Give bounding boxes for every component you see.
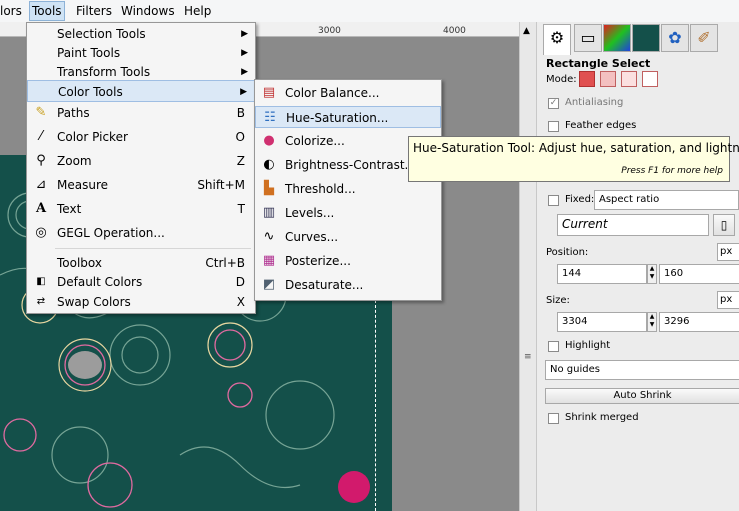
- posterize-icon: ▦: [262, 253, 276, 268]
- menu-item-measure[interactable]: ⊿ Measure Shift+M: [27, 174, 255, 196]
- menu-windows[interactable]: Windows: [121, 3, 175, 19]
- tool-title: Rectangle Select: [546, 57, 651, 70]
- size-width-input[interactable]: 3304: [557, 312, 647, 332]
- paintbrush-tab-icon[interactable]: ✐: [690, 24, 718, 52]
- menu-filters[interactable]: Filters: [76, 3, 112, 19]
- ruler-tick: 3000: [318, 26, 341, 36]
- brightness-contrast-icon: ◐: [263, 157, 275, 172]
- tooltip-text: Hue-Saturation Tool: Adjust hue, saturat…: [413, 141, 739, 155]
- brush-tab-icon[interactable]: ✿: [661, 24, 689, 52]
- dock-tabs: ⚙ ▭ ✿ ✐: [543, 24, 733, 55]
- submenu-arrow-icon: ▶: [240, 87, 247, 97]
- feather-label: Feather edges: [565, 120, 637, 131]
- guides-select[interactable]: No guides: [545, 360, 739, 380]
- position-y-input[interactable]: 160: [659, 264, 739, 284]
- tool-options-panel: ⚙ ▭ ✿ ✐ Rectangle Select Mode: ✓ Antiali…: [536, 22, 739, 511]
- curves-icon: ∿: [263, 229, 275, 244]
- measure-icon: ⊿: [35, 177, 47, 192]
- shrink-merged-checkbox[interactable]: [548, 413, 559, 424]
- highlight-checkbox[interactable]: [548, 341, 559, 352]
- mode-replace-icon[interactable]: [579, 71, 595, 87]
- tooltip: Hue-Saturation Tool: Adjust hue, saturat…: [408, 136, 739, 182]
- antialiasing-label: Antialiasing: [565, 97, 624, 108]
- tools-menu: Selection Tools ▶ Paint Tools ▶ Transform …: [26, 22, 256, 314]
- mode-intersect-icon[interactable]: [642, 71, 658, 87]
- text-icon: A: [35, 201, 47, 216]
- menu-item-color-tools[interactable]: Color Tools ▶: [27, 80, 255, 102]
- threshold-icon: ▙: [264, 181, 274, 196]
- menu-item-color-balance[interactable]: ▤ Color Balance...: [255, 82, 441, 104]
- mode-add-icon[interactable]: [600, 71, 616, 87]
- antialiasing-checkbox[interactable]: ✓: [548, 98, 559, 109]
- menu-item-desaturate[interactable]: ◩ Desaturate...: [255, 274, 441, 296]
- shrink-merged-label: Shrink merged: [565, 412, 639, 423]
- fixed-checkbox[interactable]: [548, 195, 559, 206]
- menubar: lors Tools Filters Windows Help: [0, 0, 739, 23]
- color-tools-submenu: ▤ Color Balance... ☷ Hue-Saturation... ● Co…: [254, 79, 442, 301]
- scroll-up-icon[interactable]: ▲: [523, 26, 530, 36]
- menu-item-zoom[interactable]: ⚲ Zoom Z: [27, 150, 255, 172]
- paths-icon: ✎: [35, 105, 47, 120]
- menu-item-posterize[interactable]: ▦ Posterize...: [255, 250, 441, 272]
- position-x-spinner[interactable]: ▲ ▼: [647, 264, 657, 284]
- swap-colors-icon: ⇄: [36, 296, 46, 307]
- size-height-input[interactable]: 3296: [659, 312, 739, 332]
- palette-tab-icon[interactable]: [603, 24, 631, 52]
- position-unit-select[interactable]: px: [717, 243, 739, 261]
- color-picker-icon: ⁄: [39, 129, 43, 144]
- highlight-label: Highlight: [565, 340, 611, 351]
- vertical-scrollbar[interactable]: ▲ ≡: [519, 22, 536, 511]
- flower-center: [68, 351, 102, 379]
- default-colors-icon: ◧: [36, 276, 46, 287]
- menu-item-hue-saturation[interactable]: ☷ Hue-Saturation...: [255, 106, 441, 128]
- menu-colors[interactable]: lors: [0, 3, 22, 19]
- scroll-grip-icon[interactable]: ≡: [524, 352, 532, 362]
- ruler-tick: 4000: [443, 26, 466, 36]
- gegl-icon: ◎: [35, 225, 47, 240]
- portrait-icon[interactable]: ▯: [713, 214, 735, 236]
- device-status-tab-icon[interactable]: ▭: [574, 24, 602, 52]
- mode-subtract-icon[interactable]: [621, 71, 637, 87]
- menu-item-paths[interactable]: ✎ Paths B: [27, 102, 255, 124]
- selection-marquee-edge: [375, 300, 376, 511]
- tool-options-tab-icon[interactable]: ⚙: [543, 24, 571, 55]
- mode-label: Mode:: [546, 74, 577, 85]
- menu-help[interactable]: Help: [184, 3, 211, 19]
- size-unit-select[interactable]: px: [717, 291, 739, 309]
- feather-checkbox[interactable]: [548, 121, 559, 132]
- position-x-input[interactable]: 144: [557, 264, 647, 284]
- size-width-spinner[interactable]: ▲ ▼: [647, 312, 657, 332]
- desaturate-icon: ◩: [262, 277, 276, 292]
- menu-item-text[interactable]: A Text T: [27, 198, 255, 220]
- levels-icon: ▥: [262, 205, 276, 220]
- pattern-tab-icon[interactable]: [632, 24, 660, 52]
- menu-item-gegl-operation[interactable]: ◎ GEGL Operation...: [27, 222, 255, 244]
- colorize-icon: ●: [263, 133, 275, 148]
- menu-item-default-colors[interactable]: ◧ Default Colors D: [27, 271, 255, 293]
- menu-item-levels[interactable]: ▥ Levels...: [255, 202, 441, 224]
- fixed-mode-select[interactable]: Aspect ratio: [594, 190, 739, 210]
- menu-tools[interactable]: Tools: [29, 1, 65, 21]
- zoom-icon: ⚲: [36, 153, 46, 168]
- menu-item-color-picker[interactable]: ⁄ Color Picker O: [27, 126, 255, 148]
- pink-dot: [338, 471, 370, 503]
- menu-item-curves[interactable]: ∿ Curves...: [255, 226, 441, 248]
- tooltip-hint: Press F1 for more help: [621, 166, 723, 176]
- auto-shrink-button[interactable]: Auto Shrink: [545, 388, 739, 404]
- menu-separator: [55, 248, 251, 249]
- fixed-label: Fixed:: [565, 194, 595, 205]
- size-label: Size:: [546, 295, 570, 306]
- menu-item-swap-colors[interactable]: ⇄ Swap Colors X: [27, 291, 255, 313]
- hue-saturation-icon: ☷: [264, 110, 276, 125]
- position-label: Position:: [546, 247, 589, 258]
- color-balance-icon: ▤: [262, 85, 276, 100]
- current-ratio-field[interactable]: Current: [557, 214, 709, 236]
